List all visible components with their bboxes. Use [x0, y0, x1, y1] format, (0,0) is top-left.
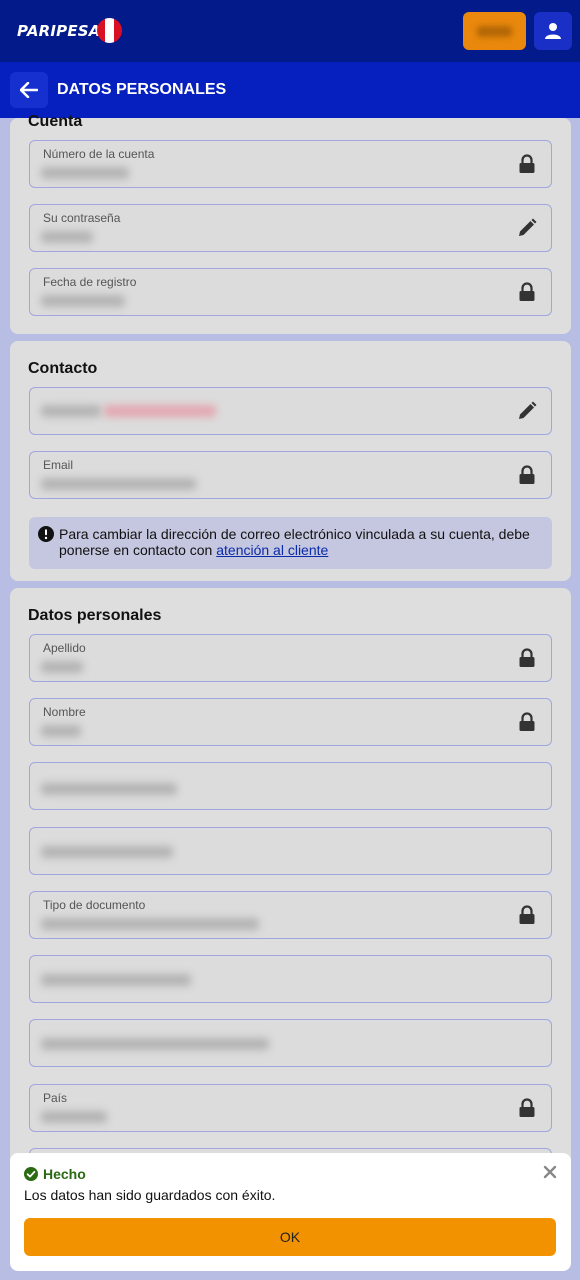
check-circle-icon: [24, 1167, 38, 1181]
phone-field[interactable]: [29, 387, 552, 435]
field-value-hidden: [41, 661, 83, 673]
pencil-icon[interactable]: [517, 401, 537, 421]
notice-text: Para cambiar la dirección de correo elec…: [59, 526, 542, 558]
toast-header: Hecho: [24, 1166, 86, 1182]
user-icon: [545, 23, 561, 39]
section-title: Contacto: [28, 360, 98, 377]
top-bar: PARIPESA: [0, 0, 580, 62]
field-label: País: [43, 1091, 68, 1105]
field-value-hidden: [41, 295, 125, 307]
field-value-hidden: [41, 478, 196, 490]
field-value-hidden: [41, 405, 101, 417]
email-change-notice: Para cambiar la dirección de correo elec…: [29, 517, 552, 569]
personal-field[interactable]: [29, 955, 552, 1003]
field-label: Fecha de registro: [43, 275, 137, 289]
ok-button[interactable]: OK: [24, 1218, 556, 1256]
field-value-hidden: [41, 725, 81, 737]
lock-icon: [517, 1098, 537, 1118]
field-label: Email: [43, 458, 74, 472]
field-value-hidden: [41, 846, 173, 858]
close-icon[interactable]: [542, 1164, 558, 1180]
personal-field[interactable]: [29, 827, 552, 875]
field-label: Su contraseña: [43, 211, 121, 225]
success-toast: Hecho Los datos han sido guardados con é…: [10, 1153, 571, 1271]
last-name-field[interactable]: Apellido: [29, 634, 552, 682]
registration-date-field[interactable]: Fecha de registro: [29, 268, 552, 316]
field-value-hidden: [41, 1111, 107, 1123]
password-field[interactable]: Su contraseña: [29, 204, 552, 252]
field-value-hidden: [104, 405, 216, 417]
arrow-left-icon: [20, 82, 38, 98]
personal-field[interactable]: [29, 1019, 552, 1067]
country-flag-icon[interactable]: [97, 18, 122, 43]
field-value-hidden: [41, 783, 177, 795]
field-value-hidden: [41, 231, 93, 243]
field-label: Nombre: [43, 705, 86, 719]
exclamation-circle-icon: [38, 526, 54, 542]
lock-icon: [517, 648, 537, 668]
field-value-hidden: [41, 974, 191, 986]
page-title: DATOS PERSONALES: [57, 81, 227, 98]
field-label: Número de la cuenta: [43, 147, 155, 161]
account-section: Cuenta Número de la cuenta Su contraseña…: [10, 113, 571, 334]
personal-data-section: Datos personales Apellido Nombre Tipo de…: [10, 588, 571, 1208]
account-number-field[interactable]: Número de la cuenta: [29, 140, 552, 188]
back-button[interactable]: [10, 72, 48, 108]
first-name-field[interactable]: Nombre: [29, 698, 552, 746]
page-header: DATOS PERSONALES: [0, 62, 580, 118]
lock-icon: [517, 905, 537, 925]
pencil-icon[interactable]: [517, 218, 537, 238]
user-profile-button[interactable]: [534, 12, 572, 50]
personal-field[interactable]: [29, 762, 552, 810]
email-field[interactable]: Email: [29, 451, 552, 499]
toast-title: Hecho: [43, 1166, 86, 1182]
contact-section: Contacto Email Para cambiar la dirección…: [10, 341, 571, 581]
balance-button[interactable]: [463, 12, 526, 50]
document-type-field[interactable]: Tipo de documento: [29, 891, 552, 939]
field-value-hidden: [41, 167, 129, 179]
field-value-hidden: [41, 1038, 269, 1050]
country-field[interactable]: País: [29, 1084, 552, 1132]
lock-icon: [517, 282, 537, 302]
field-label: Apellido: [43, 641, 86, 655]
field-value-hidden: [41, 918, 259, 930]
logo[interactable]: PARIPESA: [17, 22, 101, 40]
field-label: Tipo de documento: [43, 898, 146, 912]
toast-message: Los datos han sido guardados con éxito.: [24, 1187, 276, 1203]
lock-icon: [517, 712, 537, 732]
lock-icon: [517, 154, 537, 174]
customer-support-link[interactable]: atención al cliente: [216, 542, 328, 558]
section-title: Cuenta: [28, 113, 83, 130]
lock-icon: [517, 465, 537, 485]
section-title: Datos personales: [28, 607, 162, 624]
